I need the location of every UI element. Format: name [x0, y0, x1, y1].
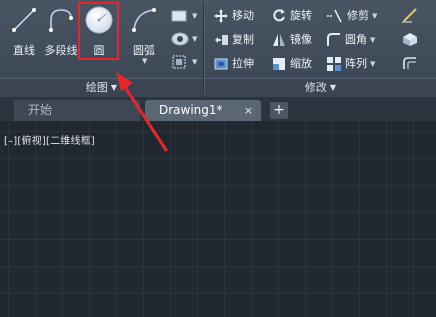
- stretch-icon: [214, 58, 228, 70]
- erase-icon[interactable]: [400, 7, 420, 23]
- fillet-button[interactable]: 圆角 ▼: [326, 31, 375, 49]
- offset-icon[interactable]: [400, 55, 420, 71]
- scale-button[interactable]: 缩放: [271, 55, 312, 73]
- line-tool-label: 直线: [13, 44, 35, 57]
- tab-drawing1[interactable]: Drawing1* ×: [145, 100, 261, 121]
- hatch-icon[interactable]: [170, 31, 190, 47]
- draw-panel-label[interactable]: 绘图 ▼: [0, 78, 203, 97]
- rotate-icon: [273, 9, 285, 22]
- mirror-label: 镜像: [290, 33, 312, 46]
- trim-icon: [327, 9, 342, 23]
- trim-label: 修剪: [347, 9, 369, 22]
- circle-highlight-box: [78, 2, 119, 60]
- viewport-controls-label[interactable]: [–][俯视][二维线框]: [4, 132, 95, 147]
- boundary-icon[interactable]: [170, 54, 190, 70]
- drawing-canvas[interactable]: [–][俯视][二维线框]: [0, 121, 436, 317]
- polyline-tool-label: 多段线: [44, 44, 78, 57]
- file-tab-bar: 开始 Drawing1* × +: [0, 97, 436, 121]
- stretch-label: 拉伸: [232, 57, 254, 70]
- array-button[interactable]: 阵列 ▼: [326, 55, 375, 73]
- tab-drawing1-label: Drawing1*: [159, 103, 223, 117]
- scale-icon: [273, 58, 285, 70]
- hatch-dropdown-icon[interactable]: ▼: [192, 35, 197, 43]
- array-icon: [327, 57, 341, 71]
- move-label: 移动: [232, 9, 254, 22]
- tab-start[interactable]: 开始: [14, 100, 140, 121]
- copy-button[interactable]: 复制: [213, 31, 254, 49]
- ribbon: 直线 多段线 圆 圆弧 ▼ ▼ ▼ ▼ 移动 复制 拉伸 旋转 镜像 缩放 修剪…: [0, 0, 436, 97]
- mirror-icon: [273, 34, 285, 46]
- line-tool-button[interactable]: 直线: [4, 2, 44, 62]
- fillet-icon: [327, 33, 340, 46]
- fillet-label: 圆角: [345, 33, 367, 46]
- fillet-dropdown-icon[interactable]: ▼: [370, 36, 375, 44]
- line-icon: [12, 8, 36, 32]
- stretch-button[interactable]: 拉伸: [213, 55, 254, 73]
- explode-icon[interactable]: [400, 31, 420, 47]
- boundary-dropdown-icon[interactable]: ▼: [192, 58, 197, 66]
- rectangle-dropdown-icon[interactable]: ▼: [192, 12, 197, 20]
- draw-panel-expand-icon: ▼: [110, 83, 118, 92]
- scale-label: 缩放: [290, 57, 312, 70]
- mirror-button[interactable]: 镜像: [271, 31, 312, 49]
- arc-icon: [132, 8, 156, 32]
- trim-dropdown-icon[interactable]: ▼: [372, 12, 377, 20]
- draw-panel-title: 绘图: [85, 81, 108, 94]
- arc-dropdown-icon[interactable]: ▼: [142, 57, 147, 65]
- tab-close-icon[interactable]: ×: [244, 100, 253, 121]
- trim-button[interactable]: 修剪 ▼: [326, 7, 377, 25]
- ribbon-separator: [203, 2, 204, 94]
- polyline-tool-button[interactable]: 多段线: [40, 2, 82, 62]
- copy-icon: [215, 35, 228, 45]
- rotate-label: 旋转: [290, 9, 312, 22]
- new-tab-button[interactable]: +: [270, 102, 288, 119]
- tab-start-label: 开始: [28, 103, 53, 117]
- arc-tool-button[interactable]: 圆弧 ▼: [123, 2, 165, 74]
- array-label: 阵列: [345, 57, 367, 70]
- copy-label: 复制: [232, 33, 254, 46]
- array-dropdown-icon[interactable]: ▼: [370, 60, 375, 68]
- rectangle-icon[interactable]: [170, 8, 190, 24]
- modify-panel-title: 修改: [304, 81, 327, 94]
- rotate-button[interactable]: 旋转: [271, 7, 312, 25]
- polyline-icon: [49, 9, 73, 32]
- move-button[interactable]: 移动: [213, 7, 254, 25]
- move-icon: [214, 9, 228, 23]
- modify-panel-label[interactable]: 修改 ▼: [205, 78, 436, 97]
- modify-panel-expand-icon: ▼: [329, 83, 337, 92]
- arc-tool-label: 圆弧: [133, 44, 155, 57]
